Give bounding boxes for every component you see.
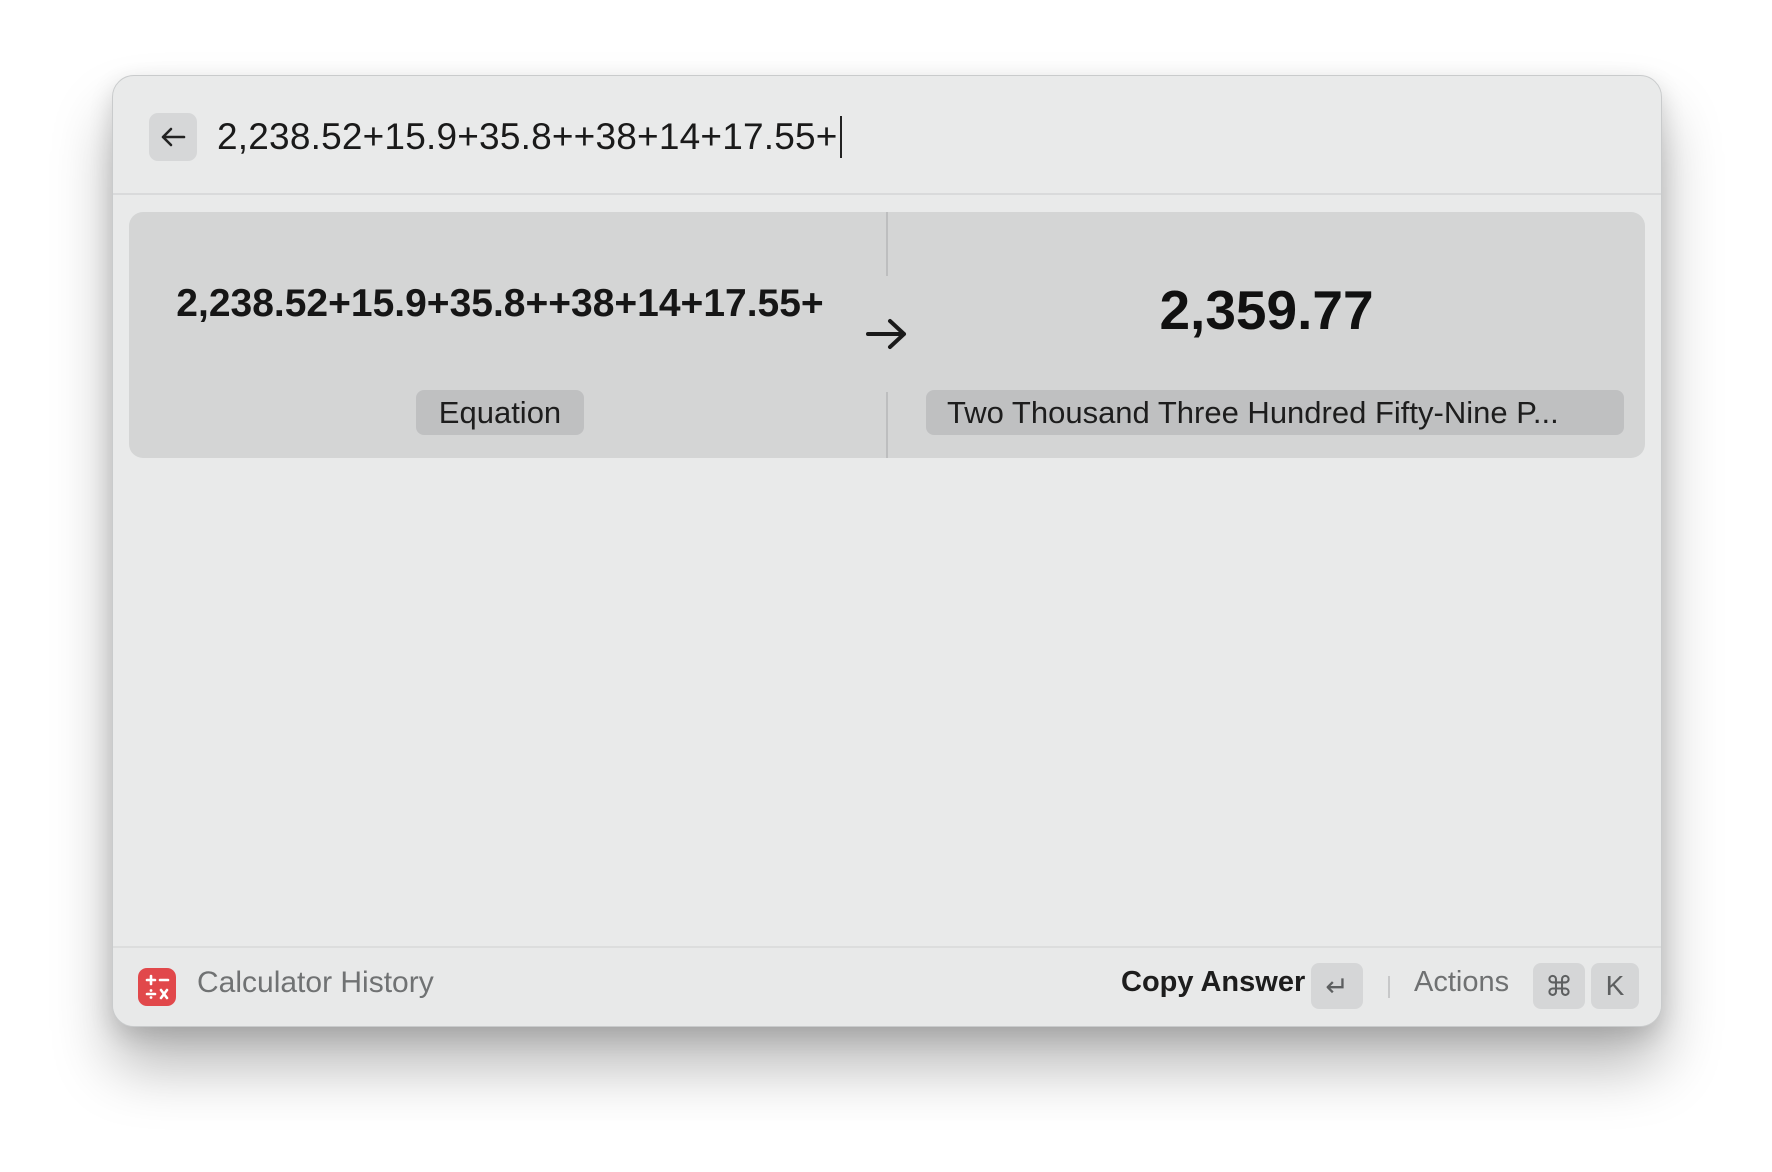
search-query: 2,238.52+15.9+35.8++38+14+17.55+	[217, 116, 838, 157]
calculator-window: 2,238.52+15.9+35.8++38+14+17.55+ 2,238.5…	[112, 75, 1662, 1027]
command-key-hint[interactable]: ⌘	[1533, 963, 1585, 1009]
search-input[interactable]: 2,238.52+15.9+35.8++38+14+17.55+	[217, 108, 842, 166]
search-bar: 2,238.52+15.9+35.8++38+14+17.55+	[113, 76, 1661, 195]
calculator-icon	[138, 968, 176, 1006]
actions-button[interactable]: Actions	[1414, 966, 1509, 999]
arrow-left-icon	[161, 127, 186, 147]
footer-bar: Calculator History Copy Answer ↵ Actions…	[113, 946, 1661, 1026]
calculator-glyph-icon	[145, 974, 170, 1000]
equation-text: 2,238.52+15.9+35.8++38+14+17.55+	[176, 282, 824, 325]
divider	[886, 392, 888, 458]
footer-title: Calculator History	[197, 966, 434, 999]
k-key-hint[interactable]: K	[1591, 963, 1639, 1009]
text-caret	[839, 116, 842, 158]
answer-value: 2,359.77	[1159, 279, 1374, 341]
answer-words-badge: Two Thousand Three Hundred Fifty-Nine P.…	[926, 390, 1624, 435]
back-button[interactable]	[149, 113, 197, 161]
separator	[1388, 976, 1390, 998]
copy-answer-button[interactable]: Copy Answer	[1121, 966, 1305, 999]
equation-label-badge: Equation	[416, 390, 584, 435]
divider	[886, 212, 888, 276]
calculation-result-card[interactable]: 2,238.52+15.9+35.8++38+14+17.55+ 2,359.7…	[129, 212, 1645, 458]
enter-key-hint[interactable]: ↵	[1311, 963, 1363, 1009]
